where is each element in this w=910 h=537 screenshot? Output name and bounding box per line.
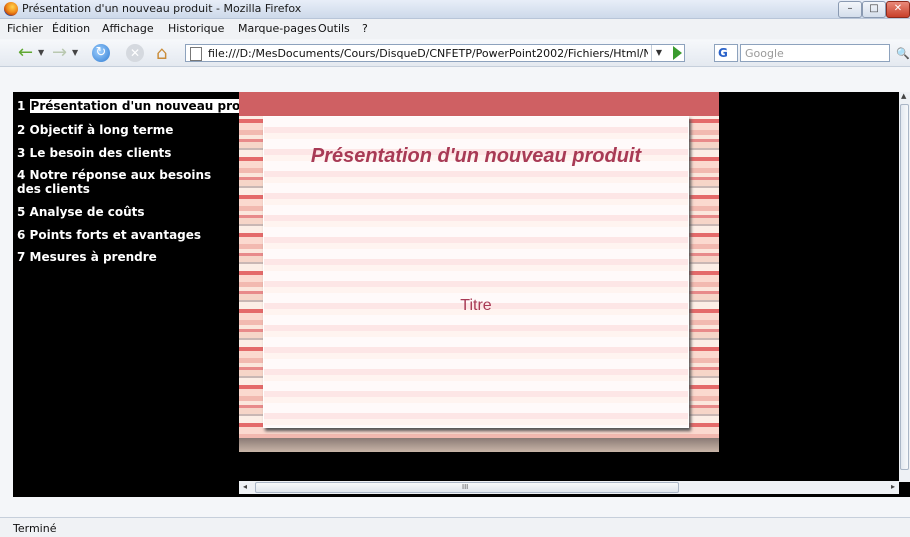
maximize-button[interactable]: □ (862, 1, 886, 18)
menu-marque-pages[interactable]: Marque-pages (238, 22, 316, 35)
minimize-button[interactable]: – (838, 1, 862, 18)
forward-arrow-icon[interactable]: → (52, 43, 67, 63)
navigation-toolbar: ← ▼ → ▼ ↻ ✕ ⌂ file:///D:/MesDocuments/Co… (0, 40, 910, 67)
url-dropdown[interactable]: ▼ (651, 45, 666, 61)
back-arrow-icon[interactable]: ← (18, 43, 33, 63)
vertical-scroll-thumb[interactable] (900, 104, 909, 470)
outline-item-5[interactable]: 5 Analyse de coûts (17, 205, 145, 219)
scroll-up-arrow-icon[interactable]: ▲ (901, 92, 906, 100)
scroll-grip: III (462, 483, 469, 491)
outline-item-4[interactable]: 4 Notre réponse aux besoins des clients (17, 168, 232, 196)
scroll-right-arrow-icon[interactable]: ▸ (891, 482, 895, 491)
vertical-scrollbar[interactable]: ▲ (899, 92, 910, 482)
outline-item-7[interactable]: 7 Mesures à prendre (17, 250, 157, 264)
go-arrow-icon[interactable] (673, 46, 682, 60)
menu-bar: Fichier Édition Affichage Historique Mar… (0, 19, 910, 39)
horizontal-scrollbar[interactable]: ◂ III ▸ (239, 481, 899, 494)
slide-title: Présentation d'un nouveau produit (310, 145, 642, 167)
search-input[interactable]: Google (740, 44, 890, 62)
home-icon[interactable]: ⌂ (156, 43, 167, 64)
scroll-left-arrow-icon[interactable]: ◂ (243, 482, 247, 491)
search-icon[interactable]: 🔍 (896, 47, 910, 60)
outline-item-2[interactable]: 2 Objectif à long terme (17, 123, 173, 137)
slide-subtitle: Titre (460, 297, 492, 314)
window-title: Présentation d'un nouveau produit - Mozi… (22, 2, 302, 15)
outline-item-6[interactable]: 6 Points forts et avantages (17, 228, 201, 242)
outline-item-3[interactable]: 3 Le besoin des clients (17, 146, 171, 160)
horizontal-scroll-thumb[interactable]: III (255, 482, 679, 493)
reload-icon[interactable]: ↻ (92, 44, 110, 62)
stop-icon[interactable]: ✕ (126, 44, 144, 62)
page-icon (190, 47, 202, 61)
slide-outline: 1 Présentation d'un nouveau produit 2 Ob… (13, 92, 269, 497)
back-history-dropdown[interactable]: ▼ (38, 48, 44, 57)
status-text: Terminé (13, 522, 57, 535)
slide-top-band (239, 92, 719, 116)
search-placeholder: Google (745, 47, 784, 60)
slide-bottom-band (239, 438, 719, 452)
menu-historique[interactable]: Historique (168, 22, 224, 35)
browser-window: Présentation d'un nouveau produit - Mozi… (0, 0, 910, 537)
menu-outils[interactable]: Outils (318, 22, 350, 35)
search-engine-icon[interactable]: G (714, 44, 738, 62)
slide-frame: Présentation d'un nouveau produit Titre (239, 92, 719, 452)
title-bar: Présentation d'un nouveau produit - Mozi… (0, 0, 910, 19)
menu-edition[interactable]: Édition (52, 22, 90, 35)
forward-history-dropdown[interactable]: ▼ (72, 48, 78, 57)
outline-item-1[interactable]: 1 Présentation d'un nouveau produit (17, 99, 269, 113)
page-content: 1 Présentation d'un nouveau produit 2 Ob… (13, 92, 910, 497)
menu-affichage[interactable]: Affichage (102, 22, 154, 35)
address-bar[interactable]: file:///D:/MesDocuments/Cours/DisqueD/CN… (185, 44, 685, 62)
close-button[interactable]: ✕ (886, 1, 910, 18)
menu-fichier[interactable]: Fichier (7, 22, 43, 35)
menu-help[interactable]: ? (362, 22, 368, 35)
slide-panel: Présentation d'un nouveau produit Titre (263, 116, 689, 428)
url-text[interactable]: file:///D:/MesDocuments/Cours/DisqueD/CN… (208, 47, 648, 60)
firefox-icon (4, 2, 18, 16)
status-bar: Terminé (0, 517, 910, 537)
